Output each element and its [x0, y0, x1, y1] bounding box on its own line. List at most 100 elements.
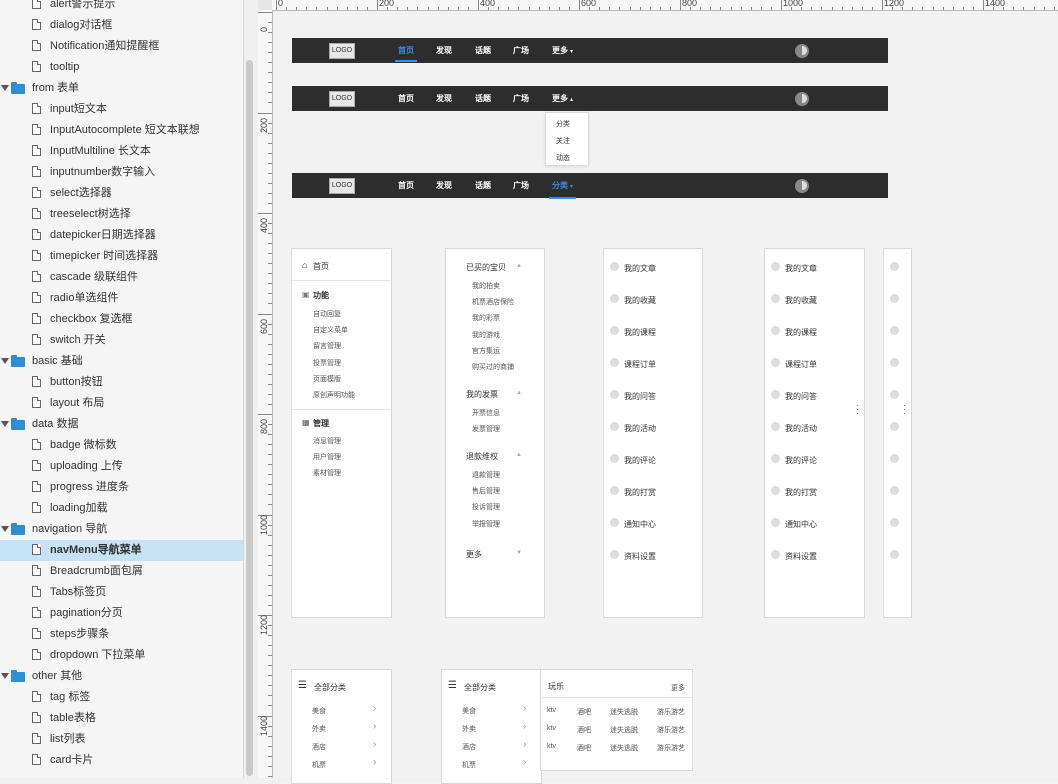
sidenav-item[interactable]: 发票管理	[472, 424, 500, 434]
flyout-link[interactable]: 迷失逃脱	[610, 743, 638, 753]
nav-logo[interactable]: LOGO	[329, 178, 355, 194]
flyout-link[interactable]: ktv	[547, 743, 556, 750]
avatar[interactable]	[795, 179, 809, 193]
tree-scrollbar[interactable]	[246, 60, 253, 776]
category-item[interactable]: 外卖	[462, 724, 476, 734]
category-item[interactable]: 酒店	[462, 742, 476, 752]
iconlist-item[interactable]: 我的收藏	[624, 295, 656, 306]
tree-page[interactable]: uploading 上传	[0, 456, 243, 477]
flyout-link[interactable]: ktv	[547, 707, 556, 714]
iconlist-item[interactable]: 我的打赏	[785, 487, 817, 498]
tree-page[interactable]: alert警示提示	[0, 0, 243, 15]
nav-logo[interactable]: LOGO	[329, 91, 355, 107]
menu-icon[interactable]	[890, 550, 899, 559]
tree-page[interactable]: badge 微标数	[0, 435, 243, 456]
tree-page[interactable]: button按钮	[0, 372, 243, 393]
tree-page[interactable]: navMenu导航菜单	[0, 540, 243, 561]
nav-item-discover[interactable]: 发现	[436, 173, 452, 198]
category-item[interactable]: 外卖	[312, 724, 326, 734]
menu-icon[interactable]	[890, 422, 899, 431]
menu-icon[interactable]	[890, 262, 899, 271]
tree-page[interactable]: inputnumber数字输入	[0, 162, 243, 183]
category-item[interactable]: 美食	[462, 706, 476, 716]
dropdown-item[interactable]: 动态	[556, 153, 570, 163]
nav-item-more[interactable]: 更多 ▴	[552, 86, 573, 113]
tree-folder[interactable]: navigation 导航	[0, 519, 243, 540]
sidenav-item[interactable]: 机票酒店保险	[472, 297, 514, 307]
flyout-link[interactable]: 酒吧	[577, 743, 591, 753]
tree-page[interactable]: layout 布局	[0, 393, 243, 414]
flyout-link[interactable]: 迷失逃脱	[610, 707, 638, 717]
nav-item-discover[interactable]: 发现	[436, 86, 452, 111]
iconlist-item[interactable]: 课程订单	[785, 359, 817, 370]
nav-item-home[interactable]: 首页	[398, 86, 414, 111]
menu-icon[interactable]	[890, 486, 899, 495]
nav-logo[interactable]: LOGO	[329, 43, 355, 59]
sidenav-item[interactable]: 素材管理	[313, 468, 341, 478]
tree-page[interactable]: list列表	[0, 729, 243, 750]
sidenav-item[interactable]: 我的彩票	[472, 313, 500, 323]
avatar[interactable]	[795, 44, 809, 58]
tree-folder[interactable]: from 表单	[0, 78, 243, 99]
iconlist-item[interactable]: 我的评论	[624, 455, 656, 466]
tree-page[interactable]: loading加载	[0, 498, 243, 519]
tree-page[interactable]: select选择器	[0, 183, 243, 204]
sidenav-item[interactable]: 留言管理	[313, 341, 341, 351]
chevron-up-icon[interactable]: ▲	[516, 390, 522, 396]
menu-icon[interactable]	[890, 518, 899, 527]
category-item[interactable]: 机票	[312, 760, 326, 770]
tree-page[interactable]: timepicker 时间选择器	[0, 246, 243, 267]
iconlist-item[interactable]: 资料设置	[785, 551, 817, 562]
tree-page[interactable]: cascade 级联组件	[0, 267, 243, 288]
disclosure-triangle-icon[interactable]	[1, 358, 9, 364]
sidenav-home[interactable]: 首页	[313, 261, 329, 272]
tree-page[interactable]: pagination分页	[0, 603, 243, 624]
menu-icon[interactable]	[890, 358, 899, 367]
nav-item-topics[interactable]: 话题	[475, 38, 491, 63]
sidenav-group-title[interactable]: 我的发票	[466, 389, 498, 400]
sidenav-item[interactable]: 售后管理	[472, 486, 500, 496]
sidenav-item[interactable]: 原创声明功能	[313, 390, 355, 400]
nav-item-more[interactable]: 更多 ▾	[552, 38, 573, 65]
sidenav-item[interactable]: 页面模版	[313, 374, 341, 384]
nav-item-category[interactable]: 分类 ▾	[548, 173, 577, 200]
tree-page[interactable]: dropdown 下拉菜单	[0, 645, 243, 666]
nav-item-discover[interactable]: 发现	[436, 38, 452, 63]
sidenav-item[interactable]: 投诉管理	[472, 502, 500, 512]
flyout-link[interactable]: 游乐游艺	[657, 707, 685, 717]
tree-page[interactable]: table表格	[0, 708, 243, 729]
iconlist-item[interactable]: 我的文章	[624, 263, 656, 274]
tree-page[interactable]: card卡片	[0, 750, 243, 771]
chevron-up-icon[interactable]: ▲	[516, 263, 522, 269]
menu-icon[interactable]	[890, 390, 899, 399]
tree-page[interactable]: steps步骤条	[0, 624, 243, 645]
category-item[interactable]: 机票	[462, 760, 476, 770]
tree-page[interactable]: InputMultiline 长文本	[0, 141, 243, 162]
nav-item-square[interactable]: 广场	[513, 173, 529, 198]
nav-item-topics[interactable]: 话题	[475, 173, 491, 198]
tree-page[interactable]: input短文本	[0, 99, 243, 120]
tree-page[interactable]: tag 标签	[0, 687, 243, 708]
sidenav-item[interactable]: 用户管理	[313, 452, 341, 462]
sidenav-item[interactable]: 开票信息	[472, 408, 500, 418]
iconlist-item[interactable]: 我的课程	[785, 327, 817, 338]
category-item[interactable]: 酒店	[312, 742, 326, 752]
collapse-handle-icon[interactable]: · · ·	[856, 401, 860, 419]
sidenav-item[interactable]: 退款管理	[472, 470, 500, 480]
nav-item-square[interactable]: 广场	[513, 38, 529, 63]
flyout-link[interactable]: 游乐游艺	[657, 743, 685, 753]
menu-icon[interactable]	[890, 454, 899, 463]
sidenav-item[interactable]: 消息管理	[313, 436, 341, 446]
flyout-link[interactable]: 迷失逃脱	[610, 725, 638, 735]
sidenav-item[interactable]: 我的拍卖	[472, 281, 500, 291]
expand-handle-icon[interactable]: · · ·	[903, 401, 907, 419]
tree-page[interactable]: dialog对话框	[0, 15, 243, 36]
iconlist-item[interactable]: 资料设置	[624, 551, 656, 562]
sidenav-item[interactable]: 我的游戏	[472, 330, 500, 340]
flyout-more-link[interactable]: 更多	[671, 683, 685, 693]
sidenav-item[interactable]: 官方集运	[472, 346, 500, 356]
iconlist-item[interactable]: 我的课程	[624, 327, 656, 338]
iconlist-item[interactable]: 我的问答	[624, 391, 656, 402]
tree-page[interactable]: datepicker日期选择器	[0, 225, 243, 246]
category-item[interactable]: 美食	[312, 706, 326, 716]
